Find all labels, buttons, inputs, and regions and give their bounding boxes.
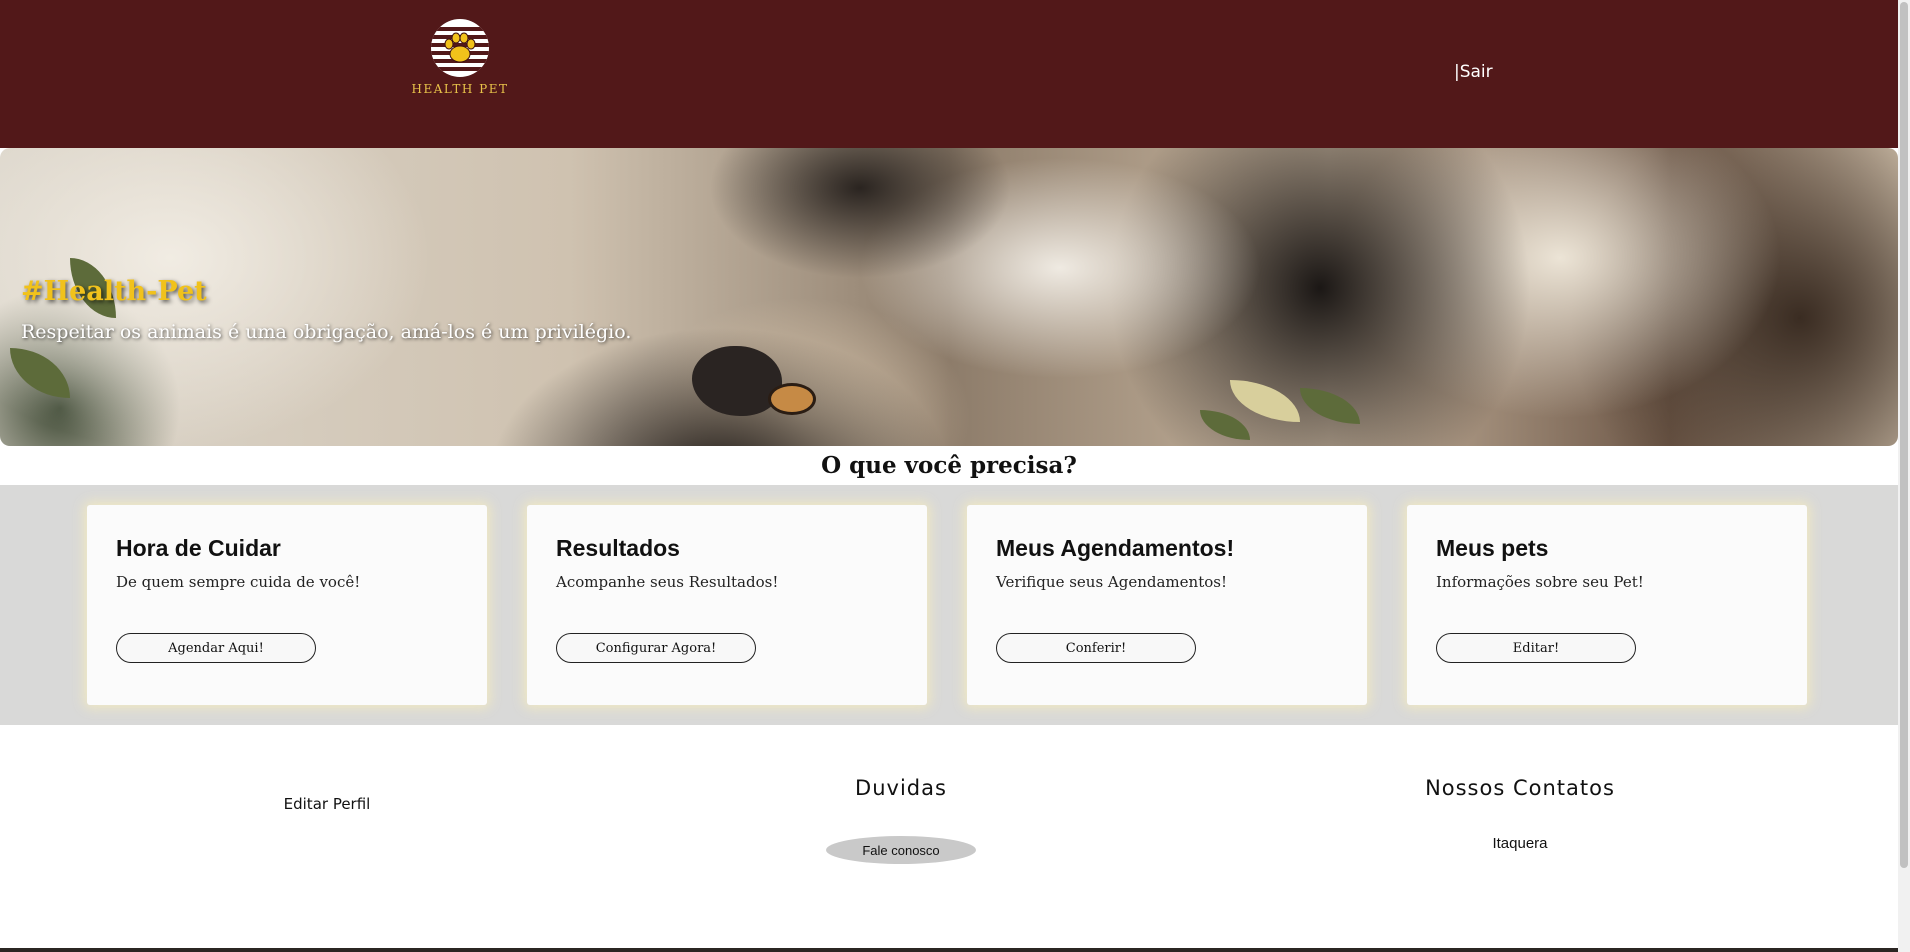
service-card-pets: Meus pets Informações sobre seu Pet! Edi… [1407, 505, 1807, 705]
logout-link[interactable]: |Sair [1454, 62, 1493, 82]
paw-logo-icon [431, 19, 489, 77]
contacts-heading: Nossos Contatos [1425, 776, 1615, 800]
hero-image-leaf [1300, 388, 1360, 424]
footer-contacts-column: Nossos Contatos [1370, 776, 1670, 800]
card-text: De quem sempre cuida de você! [116, 573, 361, 591]
service-card-care: Hora de Cuidar De quem sempre cuida de v… [87, 505, 487, 705]
card-text: Informações sobre seu Pet! [1436, 573, 1644, 591]
services-section-title: O que você precisa? [821, 452, 1077, 479]
page-bottom-edge [0, 948, 1898, 952]
hero-image-cat-eye [768, 383, 816, 415]
logo[interactable]: HEALTH PET [410, 18, 510, 96]
services-band: Hora de Cuidar De quem sempre cuida de v… [0, 485, 1898, 725]
logo-text: HEALTH PET [411, 82, 509, 96]
check-button[interactable]: Conferir! [996, 633, 1196, 663]
contact-us-button[interactable]: Fale conosco [826, 836, 976, 864]
hero-banner: #Health-Pet Respeitar os animais é uma o… [0, 148, 1898, 446]
configure-button[interactable]: Configurar Agora! [556, 633, 756, 663]
hero-title: #Health-Pet [21, 276, 207, 307]
edit-profile-link[interactable]: Editar Perfil [284, 795, 371, 813]
footer-location: Itaquera [1420, 833, 1620, 852]
card-title: Meus Agendamentos! [996, 535, 1235, 561]
hero-image-dog-nose [692, 346, 782, 416]
card-text: Acompanhe seus Resultados! [556, 573, 779, 591]
card-text: Verifique seus Agendamentos! [996, 573, 1227, 591]
card-title: Resultados [556, 535, 680, 561]
doubts-heading: Duvidas [855, 776, 947, 800]
scrollbar-thumb[interactable] [1900, 2, 1908, 868]
schedule-button[interactable]: Agendar Aqui! [116, 633, 316, 663]
vertical-scrollbar[interactable] [1898, 0, 1910, 952]
footer-doubts-column: Duvidas [801, 776, 1001, 800]
hero-image-leaf [1230, 380, 1300, 422]
service-card-appointments: Meus Agendamentos! Verifique seus Agenda… [967, 505, 1367, 705]
card-title: Meus pets [1436, 535, 1549, 561]
contact-location: Itaquera [1492, 835, 1548, 852]
footer-profile-column: Editar Perfil [227, 794, 427, 813]
edit-pet-button[interactable]: Editar! [1436, 633, 1636, 663]
service-card-results: Resultados Acompanhe seus Resultados! Co… [527, 505, 927, 705]
hero-image-leaf [10, 348, 70, 398]
hero-image-leaf [1200, 410, 1250, 440]
site-header: HEALTH PET |Sair [0, 0, 1898, 148]
hero-subtitle: Respeitar os animais é uma obrigação, am… [21, 321, 632, 343]
card-title: Hora de Cuidar [116, 535, 281, 561]
